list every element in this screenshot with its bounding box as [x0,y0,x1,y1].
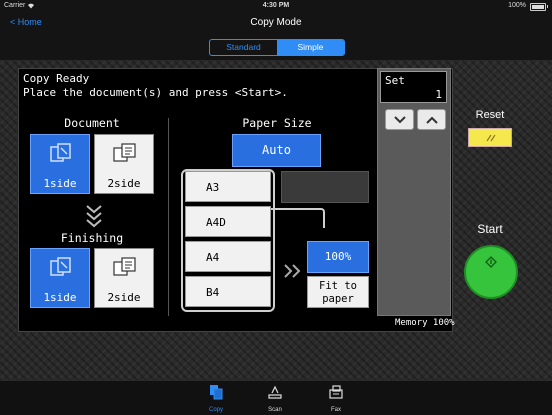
memory-indicator: Memory 100% [395,318,455,328]
reset-label: Reset [475,109,505,121]
finishing-1side-label: 1side [43,291,77,304]
reset-button[interactable] [468,128,512,147]
finishing-1side-button[interactable]: 1side [30,248,90,308]
fax-icon [329,385,343,399]
document-1side-button[interactable]: 1side [30,134,90,194]
tray-connector [271,208,325,228]
tab-copy[interactable]: Copy [196,384,236,413]
document-label: Document [64,116,120,130]
tab-standard[interactable]: Standard [210,40,277,55]
set-column [377,68,451,316]
set-display: Set 1 [380,71,447,103]
status-message-line1: Copy Ready [23,72,90,85]
reset-icon [486,134,496,142]
document-2side-button[interactable]: 2side [94,134,154,194]
start-diamond-icon [485,256,497,268]
double-chevron-right-icon [283,264,303,281]
document-1side-label: 1side [43,177,77,190]
tab-bar: Copy Scan Fax [0,380,552,415]
tray-b4-button[interactable]: B4 [185,276,271,307]
tray-a3-button[interactable]: A3 [185,171,271,202]
page-title: Copy Mode [250,17,302,28]
tab-scan-label: Scan [268,407,282,413]
finishing-2side-button[interactable]: 2side [94,248,154,308]
battery-icon [530,3,548,11]
status-time: 4:30 PM [262,2,290,9]
two-side-doc-icon [113,257,136,276]
one-side-doc-icon [50,143,71,162]
paper-size-label: Paper Size [242,116,312,130]
chevron-down-icon [74,204,114,228]
fit-to-paper-button[interactable]: Fit to paper [307,276,369,308]
one-side-doc-icon [50,257,71,276]
chevron-down-icon [394,116,406,124]
two-side-doc-icon [113,143,136,162]
finishing-label: Finishing [60,231,124,245]
chevron-up-icon [426,116,438,124]
bypass-tray-slot [281,171,369,203]
mode-segmented-control: Standard Simple [209,39,345,56]
status-bar: Carrier 4:30 PM 100% [0,0,552,12]
status-message-line2: Place the document(s) and press <Start>. [23,86,288,99]
tab-simple[interactable]: Simple [277,40,344,55]
set-label: Set [385,74,405,87]
battery-percent: 100% [508,2,526,9]
finishing-2side-label: 2side [107,291,141,304]
start-label: Start [477,222,503,236]
tab-scan[interactable]: Scan [255,384,295,413]
tab-copy-label: Copy [208,407,223,413]
set-increment-button[interactable] [417,109,446,130]
tray-a4d-button[interactable]: A4D [185,206,271,237]
paper-auto-button[interactable]: Auto [232,134,321,167]
nav-bar: < Home Copy Mode [0,12,552,34]
status-message: Copy Ready Place the document(s) and pre… [23,72,288,100]
panel-divider [168,118,169,316]
start-button[interactable] [464,245,518,299]
document-2side-label: 2side [107,177,141,190]
set-decrement-button[interactable] [385,109,414,130]
tab-fax-label: Fax [330,407,341,413]
zoom-100-button[interactable]: 100% [307,241,369,273]
set-value: 1 [435,88,442,101]
copy-icon [210,385,223,400]
tray-a4-button[interactable]: A4 [185,241,271,272]
tab-fax[interactable]: Fax [316,384,356,413]
scan-icon [268,385,282,399]
